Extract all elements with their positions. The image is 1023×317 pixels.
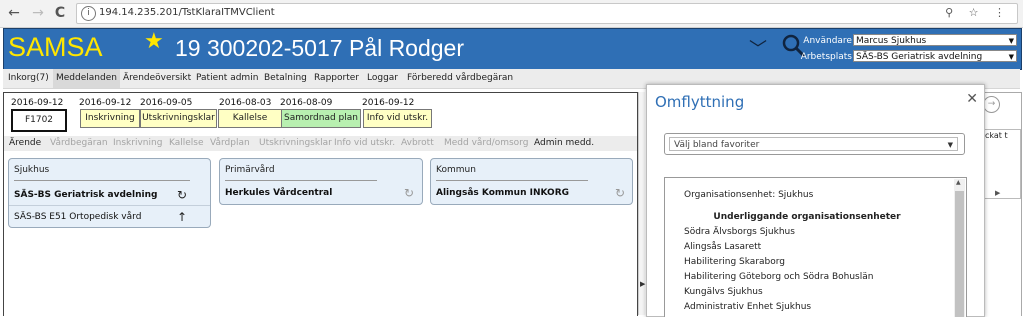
menu-item-forberedd-vardbegaran[interactable]: Förberedd vårdbegäran: [404, 69, 516, 88]
dialog-title: Omflyttning: [655, 93, 745, 111]
card-row-alingsas[interactable]: Alingsås Kommun INKORG: [436, 188, 569, 198]
list-scrollbar[interactable]: ▲: [954, 179, 965, 317]
workplace-select[interactable]: SÄS-BS Geriatrisk avdelning ▼: [853, 50, 1017, 62]
omflyttning-dialog: Omflyttning ✕ Välj bland favoriter ▼ Org…: [646, 84, 985, 317]
tab-info-vid-utskr[interactable]: Info vid utskr.: [334, 136, 395, 151]
menu-item-meddelanden[interactable]: Meddelanden: [53, 69, 120, 88]
card-divider: [225, 180, 377, 181]
card-primarvard: Primärvård Herkules Vårdcentral ↻: [219, 158, 423, 205]
site-info-icon[interactable]: i: [81, 6, 96, 21]
address-bar[interactable]: i 194.14.235.201/TstKlaraITMVClient ⚲ ☆ …: [76, 3, 1018, 24]
card-divider: [14, 180, 190, 181]
user-value: Marcus Sjukhus: [856, 36, 927, 46]
arrow-right-circle-icon[interactable]: →: [983, 96, 1000, 113]
tab-medd-vard-omsorg[interactable]: Medd vård/omsorg: [444, 136, 528, 151]
card-sjukhus: Sjukhus SÄS-BS Geriatrisk avdelning ↻ SÄ…: [8, 158, 211, 228]
menu-item-arendeoversikt[interactable]: Ärendeöversikt: [120, 69, 194, 88]
panel-splitter[interactable]: ▶: [638, 92, 645, 315]
menu-item-patient-admin[interactable]: Patient admin: [193, 69, 261, 88]
status-date: 2016-09-05: [140, 98, 193, 108]
user-select[interactable]: Marcus Sjukhus ▼: [853, 34, 1017, 46]
card-kommun: Kommun Alingsås Kommun INKORG ↻: [430, 158, 633, 205]
dropdown-arrow-icon: ▼: [947, 141, 953, 149]
menu-item-loggar[interactable]: Loggar: [364, 69, 401, 88]
status-date: 2016-08-09: [280, 98, 333, 108]
tab-vardbegaran[interactable]: Vårdbegäran: [50, 136, 108, 151]
list-item[interactable]: Habilitering Skaraborg: [684, 257, 785, 267]
status-date: 2016-08-03: [219, 98, 272, 108]
refresh-icon[interactable]: ↻: [175, 188, 189, 202]
tab-inskrivning[interactable]: Inskrivning: [113, 136, 162, 151]
workplace-value: SÄS-BS Geriatrisk avdelning: [856, 52, 983, 62]
case-tabs: Ärende Vårdbegäran Inskrivning Kallelse …: [4, 136, 637, 151]
menu-item-rapporter[interactable]: Rapporter: [311, 69, 362, 88]
back-arrow-icon[interactable]: ←: [6, 5, 22, 21]
list-item[interactable]: Alingsås Lasarett: [684, 242, 761, 252]
status-date: 2016-09-12: [362, 98, 415, 108]
star-icon[interactable]: ★: [144, 29, 164, 54]
status-inskrivning[interactable]: Inskrivning: [80, 109, 140, 128]
refresh-icon[interactable]: ↻: [613, 186, 627, 200]
patient-title: 19 300202-5017 Pål Rodger: [175, 35, 465, 61]
arrow-up-icon[interactable]: ↑: [175, 210, 189, 224]
reload-icon[interactable]: C: [52, 5, 68, 21]
tab-avbrott[interactable]: Avbrott: [401, 136, 434, 151]
chevron-down-icon[interactable]: ﹀: [749, 35, 767, 61]
list-item[interactable]: Habilitering Göteborg och Södra Bohuslän: [684, 272, 873, 282]
scroll-up-icon[interactable]: ▲: [956, 179, 961, 186]
favorites-select[interactable]: Välj bland favoriter ▼: [664, 133, 965, 155]
tab-admin-medd[interactable]: Admin medd.: [534, 136, 594, 151]
scroll-right-icon[interactable]: ▶: [995, 189, 1000, 197]
app-logo: SAMSA: [8, 32, 103, 62]
app-header: SAMSA ★ 19 300202-5017 Pål Rodger ﹀ Anvä…: [3, 28, 1022, 70]
background-column-header: ckat t: [985, 131, 1008, 140]
status-utskrivningsklar[interactable]: Utskrivningsklar: [140, 109, 217, 128]
card-title: Primärvård: [225, 165, 275, 175]
tab-utskrivningsklar[interactable]: Utskrivningsklar: [259, 136, 332, 151]
card-row-geriatrisk[interactable]: SÄS-BS Geriatrisk avdelning: [14, 190, 157, 200]
tab-arende[interactable]: Ärende: [9, 136, 41, 151]
forward-arrow-icon[interactable]: →: [30, 5, 46, 21]
card-row-ortopedisk[interactable]: SÄS-BS E51 Ortopedisk vård: [14, 212, 141, 222]
favorites-placeholder: Välj bland favoriter: [674, 140, 760, 150]
ref-code[interactable]: F1702: [11, 109, 67, 132]
dropdown-arrow-icon: ▼: [1008, 53, 1014, 61]
card-title: Kommun: [436, 165, 476, 175]
status-samordnad-plan[interactable]: Samordnad plan: [281, 109, 361, 128]
close-icon[interactable]: ✕: [966, 91, 978, 107]
card-title: Sjukhus: [14, 165, 50, 175]
tab-vardplan[interactable]: Vårdplan: [210, 136, 250, 151]
list-item[interactable]: Södra Älvsborgs Sjukhus: [684, 227, 795, 237]
status-date: 2016-09-12: [79, 98, 132, 108]
ref-date: 2016-09-12: [11, 98, 64, 108]
card-divider: [9, 205, 210, 206]
user-label: Användare:: [803, 36, 855, 46]
refresh-icon[interactable]: ↻: [402, 186, 416, 200]
browser-actions-icons[interactable]: ⚲ ☆ ⋮: [945, 6, 1011, 19]
org-unit-label: Organisationsenhet: Sjukhus: [684, 190, 814, 200]
dropdown-arrow-icon: ▼: [1008, 37, 1014, 45]
menu-item-inkorg[interactable]: Inkorg(7): [5, 69, 52, 88]
url-text[interactable]: 194.14.235.201/TstKlaraITMVClient: [99, 7, 275, 18]
list-item[interactable]: Administrativ Enhet Sjukhus: [684, 302, 811, 312]
favorites-select-field[interactable]: Välj bland favoriter ▼: [669, 137, 958, 151]
card-divider: [436, 180, 588, 181]
status-kallelse[interactable]: Kallelse: [218, 109, 282, 128]
org-unit-list: Organisationsenhet: Sjukhus Underliggand…: [664, 177, 967, 317]
browser-toolbar: ← → C i 194.14.235.201/TstKlaraITMVClien…: [0, 0, 1023, 28]
list-item[interactable]: Kungälvs Sjukhus: [684, 287, 763, 297]
sub-units-heading: Underliggande organisationsenheter: [713, 212, 901, 222]
status-info-vid-utskr[interactable]: Info vid utskr.: [363, 109, 432, 128]
workplace-label: Arbetsplats:: [800, 52, 855, 62]
card-row-herkules[interactable]: Herkules Vårdcentral: [225, 188, 332, 198]
scrollbar-thumb[interactable]: [955, 191, 964, 317]
menu-item-betalning[interactable]: Betalning: [261, 69, 310, 88]
expand-arrow-icon[interactable]: ▶: [640, 280, 645, 288]
tab-kallelse[interactable]: Kallelse: [169, 136, 204, 151]
case-panel: 2016-09-12 F1702 2016-09-12 Inskrivning …: [3, 92, 638, 316]
